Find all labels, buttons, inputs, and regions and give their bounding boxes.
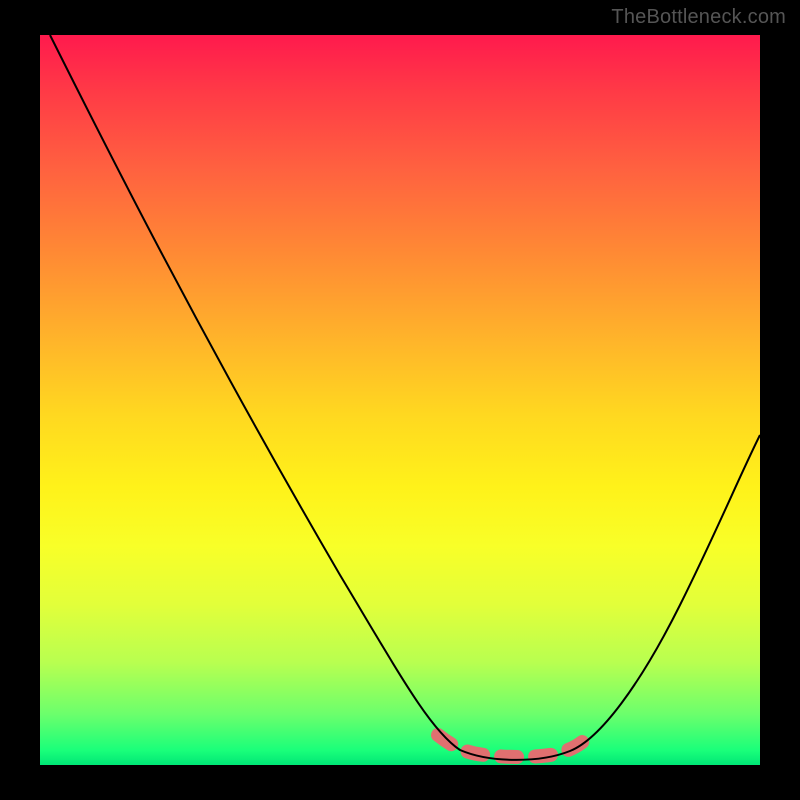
chart-frame: TheBottleneck.com (0, 0, 800, 800)
bottleneck-curve (50, 35, 760, 760)
plot-area (40, 35, 760, 765)
curve-layer (40, 35, 760, 765)
watermark-text: TheBottleneck.com (611, 6, 786, 29)
